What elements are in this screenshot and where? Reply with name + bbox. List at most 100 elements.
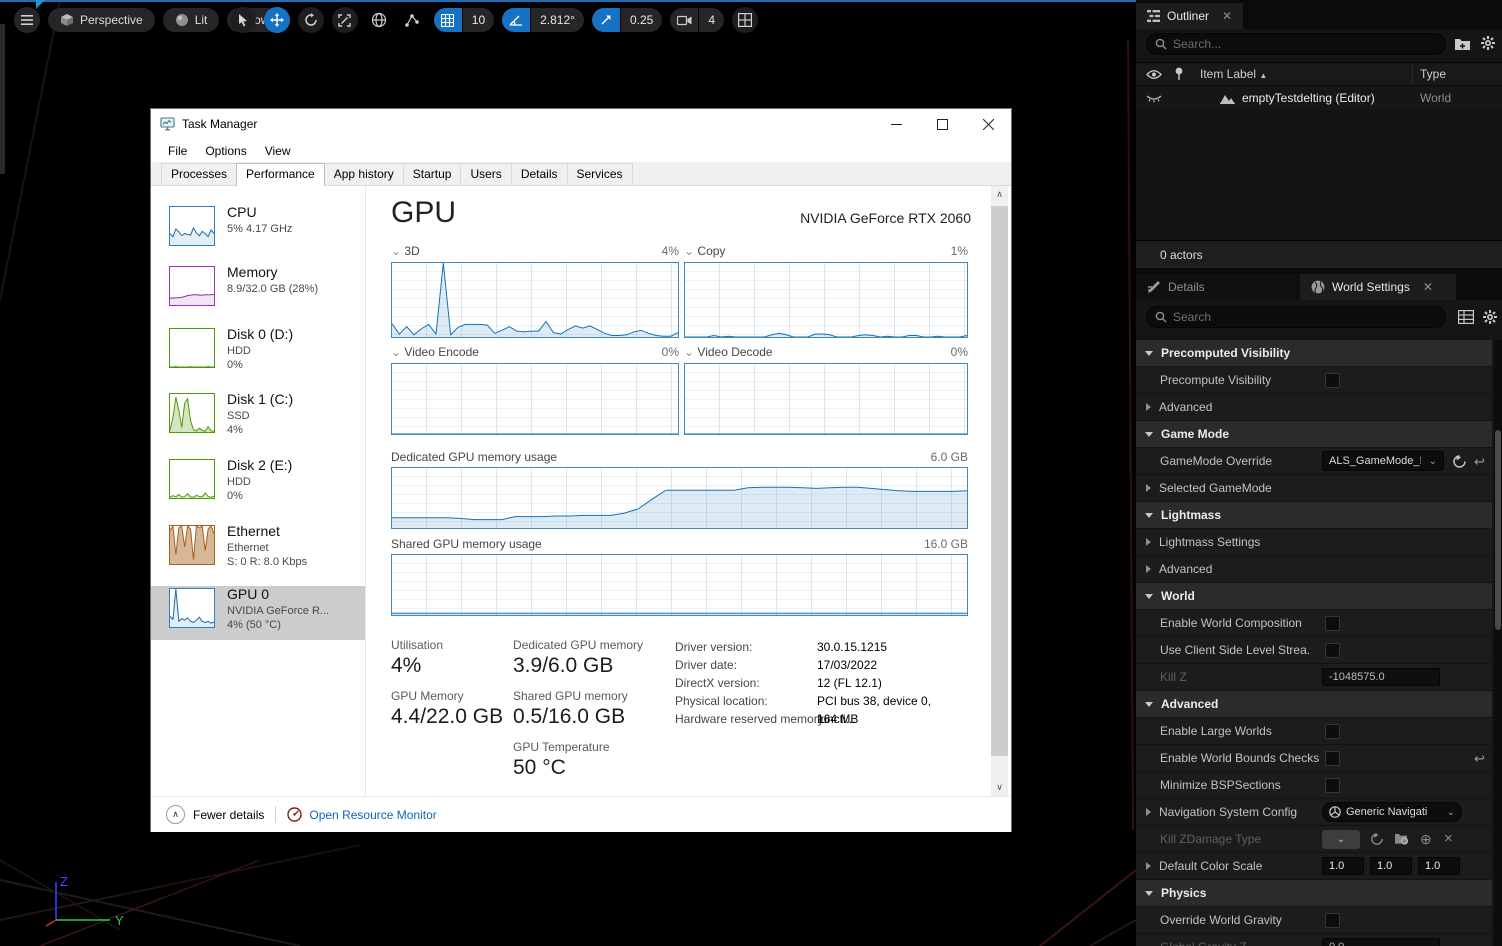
- precompute-visibility-checkbox[interactable]: [1325, 373, 1340, 388]
- enable-world-composition-checkbox[interactable]: [1325, 616, 1340, 631]
- viewport-layout-button[interactable]: [732, 7, 758, 33]
- color-scale-x-field[interactable]: 1.0: [1322, 857, 1364, 875]
- scroll-up-icon[interactable]: ∧: [991, 186, 1008, 203]
- menu-options[interactable]: Options: [196, 141, 255, 161]
- browse-to-asset-icon[interactable]: [1394, 832, 1409, 845]
- details-settings-button[interactable]: [1482, 309, 1498, 325]
- rotate-tool-button[interactable]: [298, 7, 324, 33]
- select-tool-button[interactable]: [230, 7, 256, 33]
- minimize-bsp-sections-checkbox[interactable]: [1325, 778, 1340, 793]
- world-transform-button[interactable]: [366, 7, 392, 33]
- hidden-eye-icon[interactable]: [1146, 93, 1162, 103]
- reset-to-default-icon[interactable]: ↩: [1474, 752, 1485, 765]
- row-navigation-system-config[interactable]: Navigation System Config Generic Navigat…: [1136, 799, 1492, 826]
- global-gravity-z-field[interactable]: 0.0: [1322, 938, 1440, 946]
- scale-snap-button[interactable]: [592, 8, 620, 32]
- scroll-down-icon[interactable]: ∨: [991, 779, 1008, 796]
- grid-snap-value[interactable]: 10: [463, 8, 494, 32]
- sidebar-item-memory[interactable]: Memory 8.9/32.0 GB (28%): [151, 264, 365, 322]
- maximize-button[interactable]: [919, 109, 965, 139]
- section-world[interactable]: World: [1136, 583, 1492, 610]
- row-advanced-collapsed-1[interactable]: Advanced: [1136, 394, 1492, 421]
- tab-startup[interactable]: Startup: [403, 163, 462, 185]
- column-divider[interactable]: [1412, 65, 1413, 85]
- tab-users[interactable]: Users: [460, 163, 511, 185]
- move-tool-button[interactable]: [264, 7, 290, 33]
- sidebar-item-cpu[interactable]: CPU 5% 4.17 GHz: [151, 204, 365, 262]
- grid-snap-button[interactable]: [434, 8, 462, 32]
- details-search-input[interactable]: [1173, 310, 1437, 324]
- close-button[interactable]: [965, 109, 1011, 139]
- color-scale-y-field[interactable]: 1.0: [1370, 857, 1412, 875]
- details-search[interactable]: [1146, 306, 1446, 328]
- tab-outliner[interactable]: Outliner ✕: [1136, 3, 1243, 29]
- world-bounds-checks-checkbox[interactable]: [1325, 751, 1340, 766]
- visibility-column-icon[interactable]: [1146, 69, 1162, 80]
- surface-snapping-button[interactable]: [400, 7, 426, 33]
- section-advanced-expanded[interactable]: Advanced: [1136, 691, 1492, 718]
- outliner-settings-button[interactable]: [1480, 35, 1496, 51]
- outliner-new-folder-button[interactable]: [1454, 36, 1471, 51]
- content-scrollbar[interactable]: ∧ ∨: [991, 186, 1008, 796]
- tab-world-settings[interactable]: World Settings ✕: [1300, 274, 1456, 300]
- tab-details[interactable]: Details: [511, 163, 568, 185]
- rotation-snap-value[interactable]: 2.812°: [531, 8, 584, 32]
- use-selected-asset-icon[interactable]: [1452, 454, 1467, 469]
- section-lightmass[interactable]: Lightmass: [1136, 502, 1492, 529]
- tab-app-history[interactable]: App history: [324, 163, 404, 185]
- open-resource-monitor-link[interactable]: Open Resource Monitor: [309, 808, 436, 822]
- reset-to-default-icon[interactable]: ↩: [1474, 455, 1485, 468]
- close-icon[interactable]: ✕: [1222, 9, 1232, 23]
- color-scale-z-field[interactable]: 1.0: [1418, 857, 1460, 875]
- outliner-row-world[interactable]: emptyTestdelting (Editor) World: [1136, 86, 1502, 110]
- section-precomputed-visibility[interactable]: Precomputed Visibility: [1136, 340, 1492, 367]
- outliner-empty-area[interactable]: [1136, 110, 1502, 240]
- tab-details[interactable]: Details: [1136, 274, 1300, 300]
- kill-z-field[interactable]: -1048575.0: [1322, 668, 1440, 686]
- row-selected-gamemode[interactable]: Selected GameMode: [1136, 475, 1492, 502]
- column-type[interactable]: Type: [1420, 67, 1446, 81]
- section-game-mode[interactable]: Game Mode: [1136, 421, 1492, 448]
- outliner-search[interactable]: [1146, 33, 1446, 55]
- sidebar-item-disk0[interactable]: Disk 0 (D:) HDD 0%: [151, 326, 365, 384]
- details-scrollbar[interactable]: [1494, 340, 1502, 946]
- scrollbar-thumb[interactable]: [991, 206, 1008, 756]
- fewer-details-button[interactable]: ∧ Fewer details: [166, 805, 264, 824]
- sidebar-item-ethernet[interactable]: Ethernet Ethernet S: 0 R: 8.0 Kbps: [151, 523, 365, 581]
- damage-type-dropdown[interactable]: ⌄: [1322, 830, 1360, 849]
- scale-tool-button[interactable]: [332, 7, 358, 33]
- tab-processes[interactable]: Processes: [161, 163, 237, 185]
- outliner-search-input[interactable]: [1173, 37, 1437, 51]
- lit-button[interactable]: Lit: [163, 8, 220, 32]
- navigation-system-config-dropdown[interactable]: Generic Navigati⌄: [1322, 802, 1462, 822]
- outliner-item-label[interactable]: emptyTestdelting (Editor): [1242, 91, 1375, 105]
- camera-speed-value[interactable]: 4: [699, 8, 724, 32]
- scale-snap-value[interactable]: 0.25: [621, 8, 662, 32]
- sidebar-item-disk2[interactable]: Disk 2 (E:) HDD 0%: [151, 457, 365, 515]
- enable-large-worlds-checkbox[interactable]: [1325, 724, 1340, 739]
- column-item-label[interactable]: Item Label ▲: [1200, 67, 1267, 81]
- tab-services[interactable]: Services: [567, 163, 633, 185]
- rotation-snap-button[interactable]: [502, 8, 530, 32]
- title-bar[interactable]: Task Manager: [151, 109, 1011, 139]
- view-options-button[interactable]: [1458, 310, 1474, 324]
- row-default-color-scale[interactable]: Default Color Scale 1.0 1.0 1.0: [1136, 853, 1492, 880]
- clear-icon[interactable]: ×: [1444, 831, 1453, 846]
- add-icon[interactable]: ⊕: [1420, 832, 1432, 846]
- client-side-level-streaming-checkbox[interactable]: [1325, 643, 1340, 658]
- perspective-button[interactable]: Perspective: [48, 8, 155, 32]
- scrollbar-thumb[interactable]: [1495, 430, 1501, 630]
- minimize-button[interactable]: [873, 109, 919, 139]
- menu-file[interactable]: File: [159, 141, 196, 161]
- pin-column-icon[interactable]: [1174, 67, 1184, 81]
- close-icon[interactable]: ✕: [1423, 280, 1433, 294]
- gamemode-override-dropdown[interactable]: ALS_GameMode_!⌄: [1322, 451, 1444, 471]
- row-lightmass-settings[interactable]: Lightmass Settings: [1136, 529, 1492, 556]
- sidebar-item-gpu0[interactable]: GPU 0 NVIDIA GeForce R... 4% (50 °C): [151, 586, 365, 640]
- section-physics[interactable]: Physics: [1136, 880, 1492, 907]
- row-advanced-collapsed-2[interactable]: Advanced: [1136, 556, 1492, 583]
- viewport-menu-button[interactable]: [14, 7, 40, 33]
- tab-performance[interactable]: Performance: [236, 163, 325, 186]
- override-world-gravity-checkbox[interactable]: [1325, 913, 1340, 928]
- menu-view[interactable]: View: [256, 141, 300, 161]
